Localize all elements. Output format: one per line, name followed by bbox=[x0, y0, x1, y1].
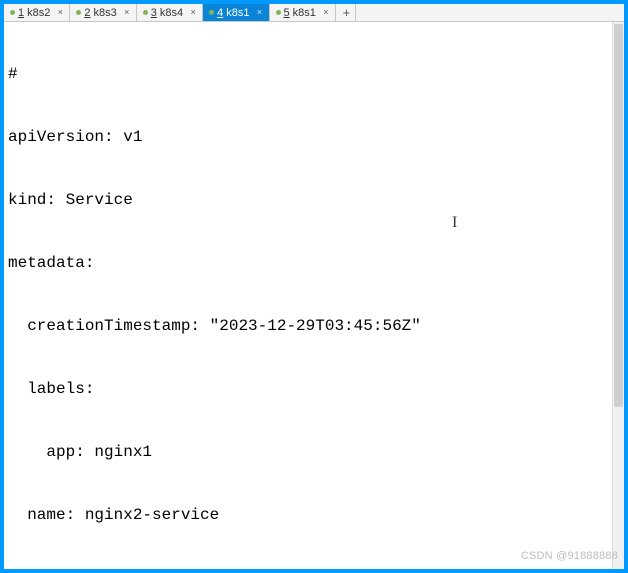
text-caret-icon: I bbox=[452, 212, 457, 233]
code-line: app: nginx1 bbox=[8, 442, 620, 463]
tab-number: 1 bbox=[18, 7, 24, 19]
close-icon[interactable] bbox=[55, 8, 65, 18]
code-line: metadata: bbox=[8, 253, 620, 274]
status-dot-icon bbox=[10, 10, 15, 15]
tab-label: k8s3 bbox=[94, 7, 117, 19]
status-dot-icon bbox=[76, 10, 81, 15]
new-tab-button[interactable] bbox=[336, 4, 356, 21]
editor-viewport[interactable]: # apiVersion: v1 kind: Service metadata:… bbox=[4, 22, 624, 569]
tab-strip: 1 k8s2 2 k8s3 3 k8s4 4 k8s1 5 k8s1 bbox=[4, 4, 624, 22]
code-line: # bbox=[8, 64, 620, 85]
code-line: apiVersion: v1 bbox=[8, 127, 620, 148]
window-frame: 1 k8s2 2 k8s3 3 k8s4 4 k8s1 5 k8s1 bbox=[4, 4, 624, 569]
tab-3[interactable]: 3 k8s4 bbox=[137, 4, 203, 21]
code-line: labels: bbox=[8, 379, 620, 400]
status-dot-icon bbox=[209, 10, 214, 15]
code-line: kind: Service bbox=[8, 190, 620, 211]
tab-number: 3 bbox=[151, 7, 157, 19]
tab-label: k8s2 bbox=[27, 7, 50, 19]
status-dot-icon bbox=[143, 10, 148, 15]
status-dot-icon bbox=[276, 10, 281, 15]
tab-number: 2 bbox=[84, 7, 90, 19]
close-icon[interactable] bbox=[188, 8, 198, 18]
tab-1[interactable]: 1 k8s2 bbox=[4, 4, 70, 21]
close-icon[interactable] bbox=[122, 8, 132, 18]
watermark-text: CSDN @91888888 bbox=[521, 546, 618, 567]
code-line: creationTimestamp: "2023-12-29T03:45:56Z… bbox=[8, 316, 620, 337]
tab-label: k8s1 bbox=[293, 7, 316, 19]
close-icon[interactable] bbox=[321, 8, 331, 18]
code-line: namespace: default bbox=[8, 568, 620, 569]
close-icon[interactable] bbox=[255, 8, 265, 18]
tab-2[interactable]: 2 k8s3 bbox=[70, 4, 136, 21]
tab-4-active[interactable]: 4 k8s1 bbox=[203, 4, 269, 21]
vertical-scrollbar[interactable] bbox=[612, 22, 624, 569]
scrollbar-thumb[interactable] bbox=[614, 24, 623, 407]
tab-number: 5 bbox=[284, 7, 290, 19]
tab-5[interactable]: 5 k8s1 bbox=[270, 4, 336, 21]
tab-label: k8s1 bbox=[226, 7, 249, 19]
code-line: name: nginx2-service bbox=[8, 505, 620, 526]
tab-label: k8s4 bbox=[160, 7, 183, 19]
tab-number: 4 bbox=[217, 7, 223, 19]
